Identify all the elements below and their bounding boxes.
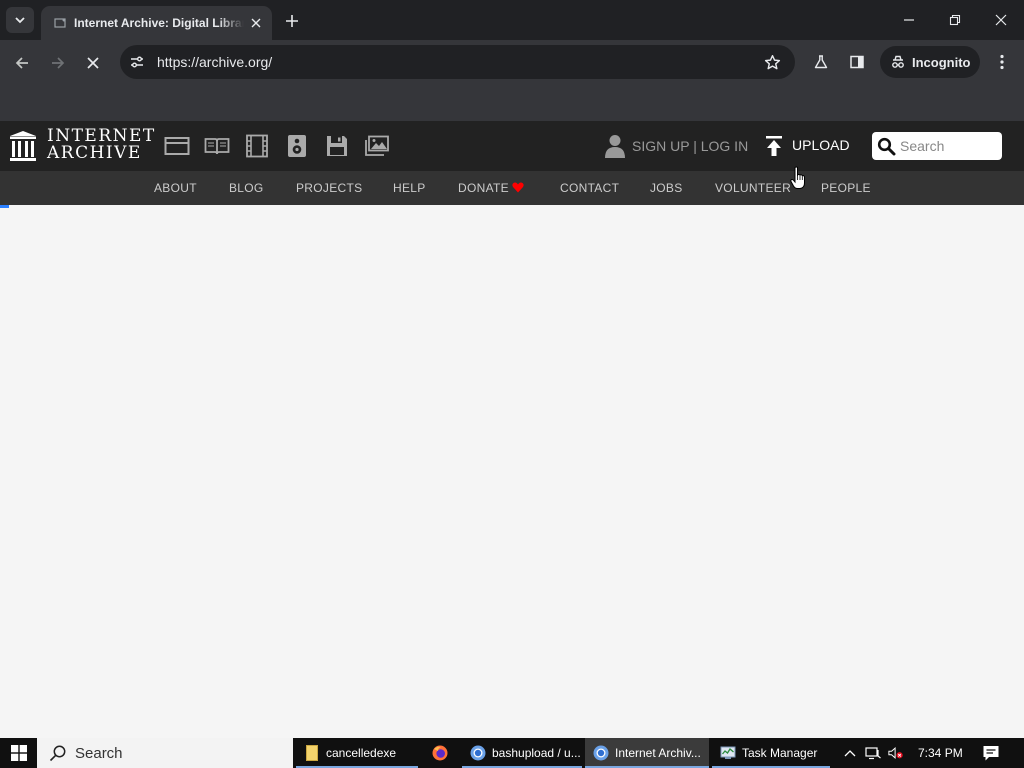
- task-label: cancelledexe: [326, 746, 397, 760]
- upload-link[interactable]: UPLOAD: [792, 137, 850, 153]
- windows-logo-icon: [10, 745, 27, 761]
- bookmark-star-icon[interactable]: [763, 53, 781, 71]
- back-button[interactable]: [7, 48, 37, 78]
- start-button[interactable]: [0, 738, 37, 768]
- upload-icon[interactable]: [764, 135, 784, 157]
- task-manager-icon: [720, 745, 736, 761]
- close-window-button[interactable]: [981, 4, 1021, 36]
- arrow-right-icon: [52, 57, 65, 69]
- sign-up-login-link[interactable]: SIGN UP | LOG IN: [632, 138, 748, 154]
- minimize-icon: [904, 19, 914, 21]
- logo-line-archive: ARCHIVE: [47, 143, 142, 163]
- taskbar-clock[interactable]: 7:34 PM: [918, 746, 963, 760]
- hand-pointer-cursor-icon: [790, 166, 805, 189]
- restore-button[interactable]: [935, 4, 975, 36]
- nav-people[interactable]: PEOPLE: [821, 181, 871, 195]
- chevron-up-icon[interactable]: [842, 745, 858, 761]
- task-task-manager[interactable]: Task Manager: [712, 738, 830, 768]
- close-icon: [995, 14, 1007, 26]
- windows-taskbar: Search cancelledexe bashupload / u... In…: [0, 738, 1024, 768]
- notifications-icon[interactable]: [982, 744, 1000, 762]
- minimize-button[interactable]: [889, 4, 929, 36]
- taskbar-search-label: Search: [75, 744, 123, 762]
- search-icon: [49, 745, 66, 762]
- network-icon[interactable]: [865, 745, 881, 761]
- ia-nav-bar: ABOUT BLOG PROJECTS HELP DONATE CONTACT …: [0, 171, 1024, 205]
- firefox-icon: [432, 745, 448, 761]
- nav-donate[interactable]: DONATE: [458, 181, 509, 195]
- nav-about[interactable]: ABOUT: [154, 181, 197, 195]
- ia-logo-text[interactable]: INTERNET ARCHIVE: [47, 128, 156, 162]
- ia-search-input[interactable]: [900, 136, 996, 156]
- new-tab-button[interactable]: [281, 10, 303, 32]
- task-chrome-bashupload[interactable]: bashupload / u...: [462, 738, 582, 768]
- texts-icon[interactable]: [204, 133, 230, 159]
- chrome-icon: [593, 745, 609, 761]
- nav-blog[interactable]: BLOG: [229, 181, 264, 195]
- tab-search-button[interactable]: [6, 7, 34, 33]
- task-firefox[interactable]: [424, 738, 460, 768]
- page-load-progress: [0, 205, 9, 208]
- close-icon: [87, 57, 99, 69]
- forward-button[interactable]: [43, 48, 73, 78]
- task-chrome-internet-archive[interactable]: Internet Archiv...: [585, 738, 709, 768]
- browser-tabstrip: Internet Archive: Digital Library of Fre…: [0, 0, 1024, 40]
- archive-building-logo-icon[interactable]: [9, 130, 37, 162]
- incognito-icon: [892, 55, 904, 68]
- page-content-area: [0, 205, 1024, 738]
- images-icon[interactable]: [364, 133, 390, 159]
- restore-icon: [949, 14, 961, 26]
- nav-jobs[interactable]: JOBS: [650, 181, 683, 195]
- url-text: https://archive.org/: [157, 54, 273, 70]
- incognito-label: Incognito: [912, 54, 971, 70]
- folder-icon: [304, 745, 320, 761]
- chevron-down-icon: [15, 17, 25, 24]
- search-icon[interactable]: [877, 137, 896, 156]
- plus-icon: [286, 15, 298, 27]
- ia-search-box[interactable]: [872, 132, 1002, 160]
- chrome-icon: [470, 745, 486, 761]
- stop-loading-button[interactable]: [78, 48, 108, 78]
- tab-title: Internet Archive: Digital Library of Fre…: [74, 16, 244, 30]
- task-label: Internet Archiv...: [615, 746, 701, 760]
- heart-icon[interactable]: [512, 182, 524, 193]
- browser-menu-button[interactable]: [992, 52, 1012, 72]
- arrow-left-icon: [15, 57, 28, 69]
- tab-internet-archive[interactable]: Internet Archive: Digital Library of Fre…: [41, 6, 272, 40]
- nav-help[interactable]: HELP: [393, 181, 426, 195]
- web-icon[interactable]: [164, 133, 190, 159]
- tab-close-icon[interactable]: [248, 15, 264, 31]
- more-vertical-icon: [1000, 54, 1004, 70]
- side-panel-icon[interactable]: [847, 52, 867, 72]
- task-label: Task Manager: [742, 746, 818, 760]
- nav-projects[interactable]: PROJECTS: [296, 181, 362, 195]
- address-bar[interactable]: https://archive.org/: [120, 45, 795, 79]
- software-icon[interactable]: [324, 133, 350, 159]
- labs-flask-icon[interactable]: [811, 52, 831, 72]
- bookmarks-bar: [0, 85, 1024, 121]
- task-label: bashupload / u...: [492, 746, 581, 760]
- audio-icon[interactable]: [284, 133, 310, 159]
- taskbar-search-box[interactable]: Search: [37, 738, 293, 768]
- ia-top-bar: INTERNET ARCHIVE SIGN UP | LOG IN UPLOAD: [0, 121, 1024, 171]
- incognito-badge[interactable]: Incognito: [880, 46, 980, 78]
- loading-favicon-icon: [52, 15, 68, 31]
- site-info-icon[interactable]: [128, 53, 146, 71]
- volume-muted-icon[interactable]: [888, 745, 904, 761]
- task-file-explorer[interactable]: cancelledexe: [296, 738, 418, 768]
- nav-contact[interactable]: CONTACT: [560, 181, 619, 195]
- nav-volunteer[interactable]: VOLUNTEER: [715, 181, 791, 195]
- video-icon[interactable]: [244, 133, 270, 159]
- user-icon[interactable]: [604, 134, 626, 158]
